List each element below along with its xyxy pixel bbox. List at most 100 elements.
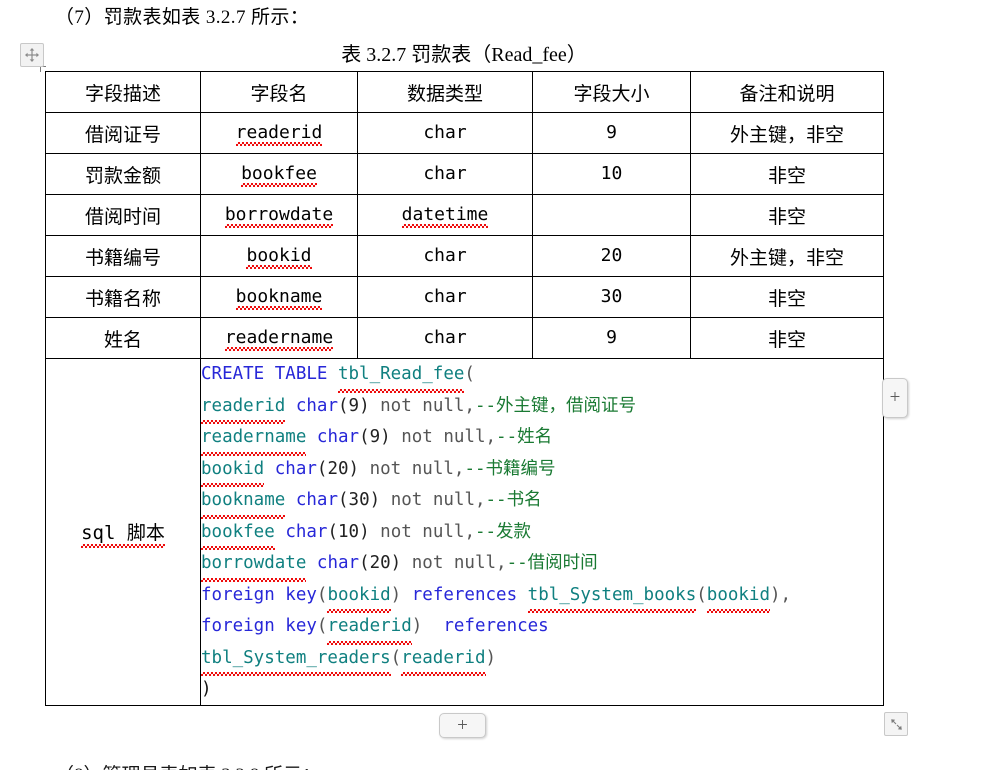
- cell-field: readername: [200, 317, 358, 359]
- table-row: 借阅时间 borrowdate datetime 非空: [45, 194, 884, 236]
- sql-identifier: tbl_System_books: [527, 580, 696, 613]
- resize-table-handle[interactable]: [884, 712, 908, 736]
- table-header-row: 字段描述 字段名 数据类型 字段大小 备注和说明: [45, 71, 884, 113]
- cell-type: char: [357, 317, 533, 359]
- sql-token: foreign key: [201, 584, 317, 605]
- sql-token: char: [285, 521, 328, 542]
- sql-code-block: CREATE TABLE tbl_Read_fee(readerid char(…: [201, 359, 883, 705]
- sql-token: not null,: [369, 395, 475, 416]
- cell-size: 30: [532, 276, 691, 318]
- read-fee-schema-table: 字段描述 字段名 数据类型 字段大小 备注和说明 借阅证号 readerid c…: [45, 71, 884, 706]
- cell-note: 非空: [690, 276, 884, 318]
- table-row: 借阅证号 readerid char 9 外主键，非空: [45, 112, 884, 154]
- data-type-text: char: [423, 245, 467, 266]
- cell-type: char: [357, 112, 533, 154]
- sql-line: foreign key(bookid) references tbl_Syste…: [201, 580, 883, 613]
- sql-token: char: [316, 553, 360, 573]
- sql-token: not null,: [359, 458, 465, 479]
- sql-token: (9): [338, 395, 370, 416]
- sql-token: char: [295, 490, 338, 510]
- sql-line: readerid char(9) not null,--外主键，借阅证号: [201, 391, 883, 424]
- clipped-next-paragraph: （8）管理员表如表 3.2.8 所示：: [55, 760, 321, 770]
- cell-note: 非空: [690, 153, 884, 195]
- table-row: 罚款金额 bookfee char 10 非空: [45, 153, 884, 195]
- cell-desc: 罚款金额: [45, 153, 201, 195]
- cell-type: datetime: [357, 194, 533, 236]
- sql-token: ),: [770, 584, 792, 605]
- sql-token: ): [411, 616, 444, 636]
- sql-label-text: sql 脚本: [81, 518, 165, 548]
- cell-desc: 姓名: [45, 317, 201, 359]
- sql-identifier: bookfee: [201, 517, 275, 550]
- sql-identifier: readerid: [327, 611, 413, 644]
- data-type-text: char: [423, 327, 467, 348]
- sql-identifier: bookname: [201, 485, 286, 518]
- cell-type: char: [357, 235, 533, 277]
- data-type-text: char: [423, 163, 467, 184]
- sql-token: (20): [316, 458, 360, 479]
- cell-field: bookname: [200, 276, 358, 318]
- sql-identifier: readerid: [201, 391, 286, 424]
- sql-token: char: [316, 427, 360, 447]
- sql-token: not null,: [380, 490, 486, 510]
- cell-desc: 书籍名称: [45, 276, 201, 318]
- sql-token: --书籍编号: [464, 458, 556, 479]
- sql-token: CREATE TABLE: [201, 364, 338, 384]
- sql-token: (: [696, 584, 707, 605]
- sql-identifier: bookid: [706, 580, 771, 613]
- sql-identifier: borrowdate: [201, 548, 307, 581]
- cell-note: 非空: [690, 317, 884, 359]
- sql-token: references: [443, 616, 549, 636]
- cell-desc: 借阅时间: [45, 194, 201, 236]
- cell-note: 外主键，非空: [690, 112, 884, 154]
- data-type-text: char: [423, 286, 467, 307]
- table-row: 书籍名称 bookname char 30 非空: [45, 276, 884, 318]
- resize-diagonal-arrows-icon: [890, 718, 902, 730]
- move-table-handle[interactable]: [20, 43, 44, 67]
- document-page: （7）罚款表如表 3.2.7 所示： 表 3.2.7 罚款表（Read_fee）…: [0, 0, 997, 770]
- sql-line: readername char(9) not null,--姓名: [201, 422, 883, 455]
- sql-token: ): [485, 647, 497, 668]
- column-header-field: 字段名: [200, 71, 358, 113]
- add-column-button[interactable]: +: [882, 378, 908, 418]
- sql-identifier: readername: [201, 422, 307, 455]
- add-row-button[interactable]: +: [439, 713, 486, 738]
- field-size-text: 10: [600, 163, 623, 184]
- move-arrows-icon: [25, 48, 39, 62]
- sql-script-cell: CREATE TABLE tbl_Read_fee(readerid char(…: [200, 358, 884, 706]
- sql-script-label: sql 脚本: [45, 358, 201, 706]
- sql-identifier: bookid: [201, 454, 265, 487]
- cell-desc: 借阅证号: [45, 112, 201, 154]
- cell-field: bookfee: [200, 153, 358, 195]
- sql-token: (10): [327, 521, 370, 542]
- sql-token: not null,: [401, 553, 507, 573]
- sql-line: bookid char(20) not null,--书籍编号: [201, 454, 883, 487]
- cell-size: [532, 194, 691, 236]
- cell-size: 9: [532, 112, 691, 154]
- table-row: 姓名 readername char 9 非空: [45, 317, 884, 359]
- sql-script-row: sql 脚本 CREATE TABLE tbl_Read_fee(readeri…: [45, 358, 884, 706]
- sql-token: --借阅时间: [506, 553, 598, 573]
- sql-token: (: [316, 616, 328, 636]
- cell-type: char: [357, 153, 533, 195]
- field-name-text: bookname: [235, 286, 323, 310]
- sql-line: ): [201, 674, 883, 705]
- field-name-text: readername: [224, 327, 334, 351]
- cell-field: bookid: [200, 235, 358, 277]
- sql-token: (30): [338, 490, 381, 510]
- sql-token: ): [390, 584, 412, 605]
- field-size-text: 20: [600, 245, 623, 266]
- cell-type: char: [357, 276, 533, 318]
- sql-token: (20): [359, 553, 402, 573]
- sql-token: not null,: [369, 521, 475, 542]
- column-header-note: 备注和说明: [690, 71, 884, 113]
- table-row: 书籍编号 bookid char 20 外主键，非空: [45, 235, 884, 277]
- field-name-text: borrowdate: [224, 204, 334, 228]
- sql-token: char: [295, 395, 338, 416]
